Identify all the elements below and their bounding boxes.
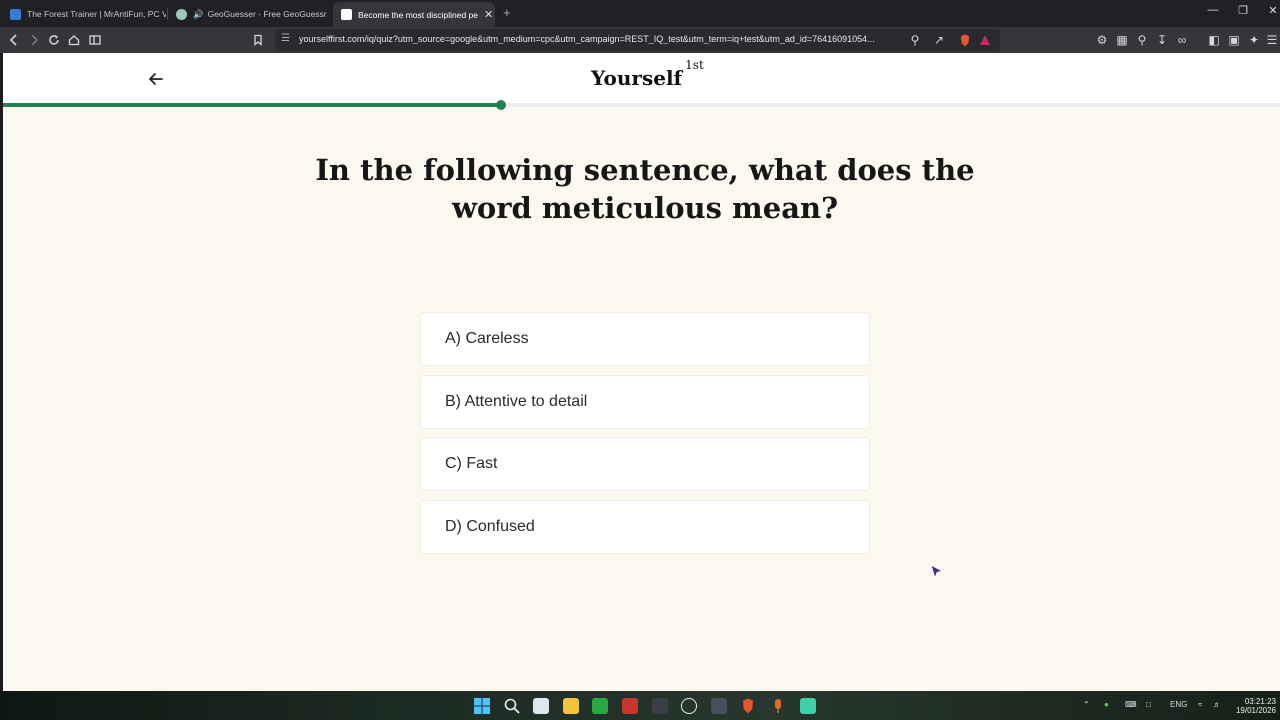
- zoom-icon[interactable]: ⚲: [907, 32, 923, 48]
- tab-favicon-icon: [176, 8, 187, 20]
- microphone-app-icon[interactable]: [770, 698, 786, 714]
- mic-tray-icon[interactable]: ●: [1104, 700, 1109, 709]
- windows-taskbar: ⌃ ● ⌨ □ ENG ≈ ♬ 03:21:23 19/01/2026: [0, 691, 1280, 720]
- keyboard-tray-icon[interactable]: ⌨: [1125, 700, 1137, 709]
- home-icon[interactable]: [66, 32, 82, 48]
- brave-shields-icon[interactable]: [957, 32, 973, 48]
- tab-title: The Forest Trainer | MrAntiFun, PC Vi: [27, 9, 166, 19]
- restore-icon[interactable]: ❐: [1233, 4, 1253, 17]
- quiz-progress-bar: [3, 100, 1280, 110]
- answer-options: A) Careless B) Attentive to detail C) Fa…: [420, 312, 870, 562]
- language-indicator[interactable]: ENG: [1170, 700, 1187, 709]
- close-tab-icon[interactable]: ✕: [478, 8, 493, 21]
- h-app-icon[interactable]: [622, 698, 638, 714]
- clock-date: 19/01/2026: [1235, 706, 1276, 715]
- speaker-icon[interactable]: 🔊: [193, 9, 204, 20]
- new-tab-button[interactable]: +: [503, 5, 511, 20]
- tab-favicon-icon: [341, 9, 352, 20]
- display-tray-icon[interactable]: □: [1146, 700, 1151, 709]
- search-icon[interactable]: [504, 698, 520, 714]
- forward-icon[interactable]: [26, 32, 42, 48]
- link-icon[interactable]: ∞: [1174, 32, 1190, 48]
- browser-tab[interactable]: 🔊 GeoGuesser - Free GeoGuessr Al: [168, 3, 328, 25]
- leo-ai-icon[interactable]: ✦: [1246, 32, 1262, 48]
- progress-indicator-dot: [496, 100, 507, 110]
- system-clock[interactable]: 03:21:23 19/01/2026: [1236, 697, 1276, 715]
- browser-toolbar: ☰ yourselffirst.com/iq/quiz?utm_source=g…: [0, 27, 1280, 53]
- game-app-icon[interactable]: [652, 698, 668, 714]
- tool-app-icon[interactable]: [711, 698, 727, 714]
- windows-start-icon[interactable]: [474, 698, 490, 714]
- page-header: Yourself1st: [3, 53, 1280, 104]
- password-key-icon[interactable]: ⚲: [1134, 32, 1150, 48]
- wifi-icon[interactable]: ≈: [1198, 700, 1202, 709]
- file-explorer-icon[interactable]: [563, 698, 579, 714]
- tab-title: Become the most disciplined pe: [358, 9, 479, 20]
- sidebar-panel-icon[interactable]: ◧: [1206, 32, 1222, 48]
- show-hidden-icons-icon[interactable]: ⌃: [1083, 700, 1090, 709]
- answer-option-c[interactable]: C) Fast: [420, 437, 870, 491]
- site-info-icon[interactable]: ☰: [281, 33, 290, 44]
- tab-favicon-icon: [10, 8, 21, 20]
- brave-browser-icon[interactable]: [740, 698, 756, 714]
- reader-mode-icon[interactable]: ▦: [1114, 32, 1130, 48]
- chat-app-icon[interactable]: [800, 698, 816, 714]
- volume-icon[interactable]: ♬: [1213, 700, 1221, 709]
- share-icon[interactable]: ↗: [931, 32, 947, 48]
- extensions-icon[interactable]: ⚙: [1094, 32, 1110, 48]
- brand-superscript: 1st: [685, 58, 704, 73]
- mouse-cursor-icon: [930, 564, 944, 580]
- menu-icon[interactable]: ☰: [1264, 32, 1280, 48]
- close-window-icon[interactable]: ✕: [1263, 4, 1280, 17]
- tab-title: GeoGuesser - Free GeoGuessr Al: [207, 9, 328, 19]
- task-view-icon[interactable]: [533, 698, 549, 714]
- url-text[interactable]: yourselffirst.com/iq/quiz?utm_source=goo…: [299, 34, 899, 44]
- answer-option-a[interactable]: A) Careless: [420, 312, 870, 366]
- question-text: In the following sentence, what does the…: [315, 153, 975, 225]
- download-icon[interactable]: ↧: [1154, 32, 1170, 48]
- sidebar-toggle-icon[interactable]: [87, 32, 103, 48]
- reload-icon[interactable]: [46, 32, 62, 48]
- brave-rewards-icon[interactable]: [977, 32, 993, 48]
- browser-tab-strip: The Forest Trainer | MrAntiFun, PC Vi 🔊 …: [0, 0, 1280, 27]
- browser-tab-active[interactable]: Become the most disciplined pe ✕: [333, 2, 495, 27]
- browser-tab[interactable]: The Forest Trainer | MrAntiFun, PC Vi: [2, 3, 166, 25]
- address-bar[interactable]: ☰ yourselffirst.com/iq/quiz?utm_source=g…: [275, 29, 1000, 51]
- clock-time: 03:21:23: [1244, 697, 1276, 706]
- bookmark-icon[interactable]: [250, 32, 266, 48]
- chatgpt-icon[interactable]: [681, 698, 697, 714]
- progress-fill: [3, 103, 502, 107]
- answer-option-d[interactable]: D) Confused: [420, 499, 870, 554]
- quiz-page: Yourself1st In the following sentence, w…: [3, 53, 1280, 691]
- spreadsheet-app-icon[interactable]: [592, 698, 608, 714]
- back-arrow-icon[interactable]: [146, 69, 166, 89]
- wallet-icon[interactable]: ▣: [1226, 32, 1242, 48]
- brand-name: Yourself: [591, 66, 683, 90]
- back-icon[interactable]: [6, 32, 22, 48]
- brand-logo[interactable]: Yourself1st: [591, 58, 704, 90]
- minimize-icon[interactable]: —: [1203, 4, 1223, 16]
- answer-option-b[interactable]: B) Attentive to detail: [420, 374, 870, 429]
